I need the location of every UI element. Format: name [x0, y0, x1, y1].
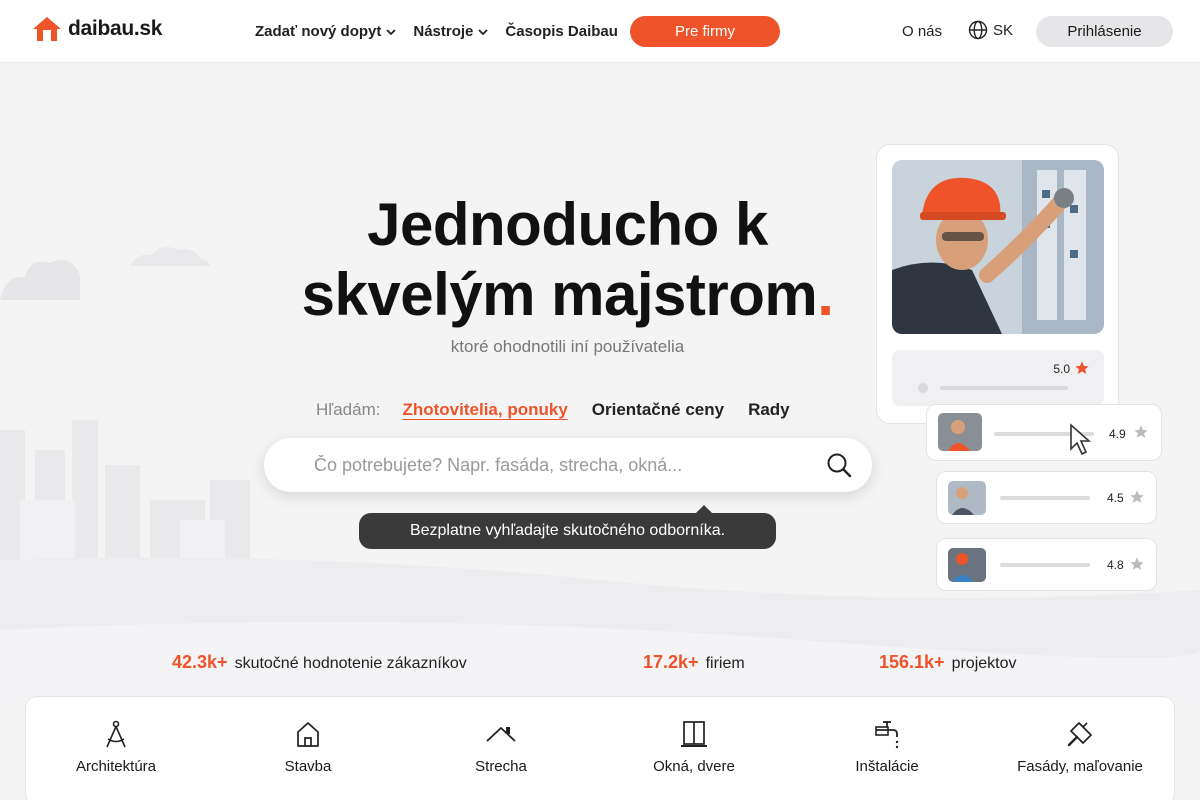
category-label: Okná, dvere	[653, 758, 735, 775]
main-rating-row: 5.0	[892, 350, 1104, 406]
house-icon	[297, 722, 319, 747]
house-logo-icon	[33, 17, 61, 41]
text-placeholder	[940, 386, 1068, 390]
nav-item-label: Časopis Daibau	[505, 23, 618, 40]
language-selector[interactable]: SK	[968, 20, 1013, 40]
stat-value: 156.1k+	[879, 652, 945, 672]
tab-contractors[interactable]: Zhotovitelia, ponuky	[402, 400, 567, 420]
nav-item-new-request[interactable]: Zadať nový dopyt	[255, 23, 397, 40]
search-icon[interactable]	[826, 452, 852, 478]
category-installations[interactable]: Inštalácie	[792, 719, 982, 776]
hero-title-dot: .	[817, 261, 834, 328]
worker-photo	[892, 160, 1104, 334]
looking-for-label: Hľadám:	[316, 400, 381, 419]
logo-text: daibau.sk	[68, 17, 163, 40]
tab-tips[interactable]: Rady	[748, 400, 790, 420]
logo[interactable]: daibau.sk	[32, 16, 162, 42]
star-icon	[1134, 425, 1148, 438]
hero-title: Jednoducho k skvelým majstrom.	[230, 190, 905, 330]
category-label: Stavba	[284, 758, 332, 775]
search-input[interactable]	[314, 438, 814, 492]
for-companies-button[interactable]: Pre firmy	[629, 16, 780, 47]
worker-thumbnail	[948, 481, 986, 515]
rating-value: 4.5	[1107, 491, 1124, 505]
nav-item-magazine[interactable]: Časopis Daibau	[505, 23, 618, 40]
avatar-placeholder	[918, 383, 928, 393]
globe-icon	[968, 20, 988, 40]
stat-companies: 17.2k+ firiem	[643, 652, 745, 673]
about-link[interactable]: O nás	[902, 23, 942, 40]
worker-thumbnail	[948, 548, 986, 582]
chevron-down-icon	[386, 28, 397, 35]
stat-value: 17.2k+	[643, 652, 699, 672]
stat-label: projektov	[951, 655, 1017, 672]
mini-rating-card: 4.9	[926, 404, 1162, 461]
stat-label: skutočné hodnotenie zákazníkov	[234, 655, 467, 672]
category-bar: Architektúra Stavba Strecha Okná, dvere	[25, 696, 1175, 800]
star-icon	[1075, 361, 1089, 374]
compass-icon	[106, 720, 126, 748]
category-architecture[interactable]: Architektúra	[21, 719, 211, 776]
tab-prices[interactable]: Orientačné ceny	[592, 400, 724, 420]
rating-value: 5.0	[1053, 362, 1070, 376]
search-type-tabs: Hľadám: Zhotovitelia, ponuky Orientačné …	[316, 400, 814, 420]
nav-item-label: Zadať nový dopyt	[255, 23, 382, 40]
language-code: SK	[993, 21, 1014, 39]
category-construction[interactable]: Stavba	[213, 719, 403, 776]
category-facades-painting[interactable]: Fasády, maľovanie	[985, 719, 1175, 776]
star-icon	[1130, 557, 1144, 570]
rating-value: 4.9	[1109, 427, 1126, 441]
chevron-down-icon	[478, 28, 489, 35]
door-icon	[681, 721, 707, 747]
rating-value: 4.8	[1107, 558, 1124, 572]
cursor-icon	[1070, 423, 1092, 456]
trowel-icon	[1067, 722, 1092, 747]
nav-item-label: Nástroje	[413, 23, 474, 40]
preview-card: 5.0	[876, 144, 1119, 424]
category-label: Strecha	[475, 758, 527, 775]
text-placeholder	[1000, 563, 1090, 567]
search-box	[264, 438, 872, 492]
search-tooltip: Bezplatne vyhľadajte skutočného odborník…	[359, 505, 776, 549]
hero-title-line1: Jednoducho k	[367, 191, 768, 258]
cloud-icon	[0, 259, 80, 300]
stat-label: firiem	[705, 655, 745, 672]
star-icon	[1130, 490, 1144, 503]
text-placeholder	[1000, 496, 1090, 500]
roof-icon	[486, 727, 516, 742]
stat-projects: 156.1k+ projektov	[879, 652, 1017, 673]
cloud-icon	[130, 246, 210, 266]
stat-reviews: 42.3k+ skutočné hodnotenie zákazníkov	[172, 652, 467, 673]
login-button[interactable]: Prihlásenie	[1036, 16, 1173, 47]
mini-rating-card: 4.8	[936, 538, 1157, 591]
category-label: Inštalácie	[855, 758, 919, 775]
worker-thumbnail	[938, 413, 982, 451]
mini-rating-card: 4.5	[936, 471, 1157, 524]
stat-value: 42.3k+	[172, 652, 228, 672]
category-label: Fasády, maľovanie	[1017, 758, 1143, 775]
hero-subtitle: ktoré ohodnotili iní používatelia	[450, 337, 685, 356]
faucet-icon	[875, 721, 899, 749]
category-windows-doors[interactable]: Okná, dvere	[599, 719, 789, 776]
main-nav: Zadať nový dopyt Nástroje Časopis Daibau…	[255, 16, 780, 47]
hero-title-line2: skvelým majstrom	[301, 261, 818, 328]
site-header: daibau.sk Zadať nový dopyt Nástroje Časo…	[0, 0, 1200, 63]
stats-row: 42.3k+ skutočné hodnotenie zákazníkov 17…	[0, 652, 1200, 676]
nav-item-tools[interactable]: Nástroje	[413, 23, 489, 40]
category-roof[interactable]: Strecha	[406, 719, 596, 776]
category-label: Architektúra	[75, 758, 157, 775]
